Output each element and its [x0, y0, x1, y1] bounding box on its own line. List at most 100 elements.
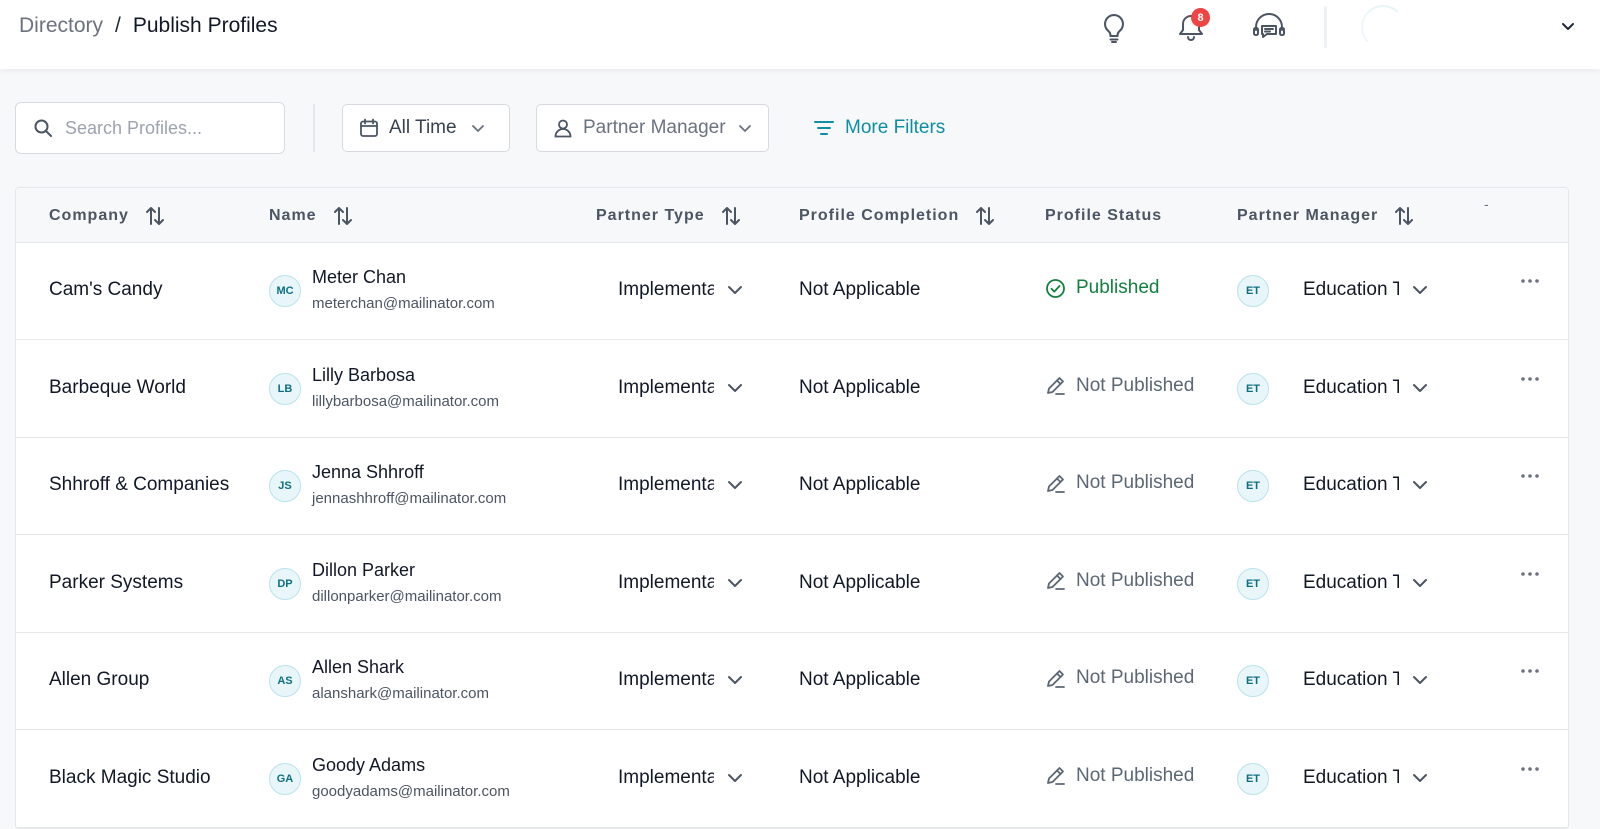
- pencil-icon: [1045, 765, 1066, 786]
- time-filter-dropdown[interactable]: All Time: [342, 104, 510, 152]
- company-name[interactable]: Barbeque World: [49, 377, 186, 399]
- page-title: Publish Profiles: [132, 14, 278, 37]
- person-icon: [553, 118, 573, 138]
- column-profile-completion[interactable]: Profile Completion: [799, 188, 995, 243]
- table-row[interactable]: Black Magic Studio GA Goody Adams goodyadam…: [16, 731, 1568, 828]
- chevron-down-icon[interactable]: [724, 767, 746, 789]
- support-chat-icon[interactable]: [1251, 10, 1287, 46]
- table-row[interactable]: Barbeque World LB Lilly Barbosa lillybarbos…: [16, 341, 1568, 438]
- company-name[interactable]: Cam's Candy: [49, 279, 162, 301]
- column-name[interactable]: Name: [269, 188, 353, 243]
- search-icon: [33, 118, 53, 138]
- company-name[interactable]: Shhroff & Companies: [49, 474, 229, 496]
- search-input[interactable]: [65, 117, 265, 139]
- company-name[interactable]: Parker Systems: [49, 572, 183, 594]
- profile-completion: Not Applicable: [799, 474, 921, 495]
- contact-name: Lilly Barbosa: [312, 364, 416, 385]
- profile-completion: Not Applicable: [799, 279, 921, 300]
- status-label: Not Published: [1076, 569, 1195, 591]
- status-badge[interactable]: Not Published: [1045, 472, 1194, 494]
- avatar: MC: [269, 275, 301, 307]
- avatar: GA: [269, 762, 301, 795]
- sort-icon[interactable]: [975, 205, 995, 227]
- table-row[interactable]: Parker Systems DP Dillon Parker dillonparke…: [16, 536, 1568, 633]
- chevron-down-icon[interactable]: [724, 572, 746, 594]
- more-horizontal-icon[interactable]: [1516, 566, 1544, 586]
- partner-manager-select[interactable]: Education Team: [1303, 767, 1399, 789]
- sort-icon[interactable]: [1394, 205, 1414, 227]
- time-filter-label: All Time: [389, 117, 457, 138]
- loading-avatar: [1361, 5, 1405, 49]
- pencil-icon: [1045, 375, 1066, 396]
- pencil-icon: [1045, 668, 1066, 689]
- status-badge[interactable]: Published: [1045, 277, 1159, 299]
- chevron-down-icon[interactable]: [1409, 474, 1431, 496]
- chevron-down-icon[interactable]: [1409, 377, 1431, 399]
- partner-type-select[interactable]: Implementation: [618, 474, 714, 496]
- partner-manager-select[interactable]: Education Team: [1303, 279, 1399, 301]
- contact-name: Meter Chan: [312, 267, 407, 287]
- partner-manager-filter-label: Partner Manager: [583, 117, 726, 138]
- calendar-icon: [359, 118, 379, 138]
- status-badge[interactable]: Not Published: [1045, 765, 1194, 787]
- partner-manager-select[interactable]: Education Team: [1303, 572, 1399, 594]
- more-horizontal-icon[interactable]: [1516, 663, 1544, 683]
- chevron-down-icon[interactable]: [1409, 572, 1431, 594]
- company-name[interactable]: Black Magic Studio: [49, 767, 211, 789]
- breadcrumb-separator: /: [115, 14, 121, 37]
- more-horizontal-icon[interactable]: [1516, 273, 1544, 293]
- more-horizontal-icon[interactable]: [1516, 468, 1544, 488]
- status-label: Not Published: [1076, 374, 1195, 396]
- manager-avatar: ET: [1237, 665, 1269, 697]
- chevron-down-icon[interactable]: [724, 474, 746, 496]
- breadcrumb-directory-link[interactable]: Directory: [19, 14, 103, 38]
- chevron-down-icon[interactable]: [1550, 8, 1586, 44]
- search-box[interactable]: [15, 102, 285, 154]
- partner-type-select[interactable]: Implementation: [618, 669, 714, 691]
- sort-icon[interactable]: [145, 205, 165, 227]
- status-badge[interactable]: Not Published: [1045, 570, 1194, 592]
- status-badge[interactable]: Not Published: [1045, 375, 1194, 397]
- column-partner-type[interactable]: Partner Type: [596, 188, 741, 243]
- partner-manager-select[interactable]: Education Team: [1303, 669, 1399, 691]
- column-partner-manager[interactable]: Partner Manager: [1237, 188, 1414, 243]
- partner-type-select[interactable]: Implementation: [618, 377, 714, 399]
- column-company[interactable]: Company: [49, 188, 165, 243]
- chevron-down-icon[interactable]: [1409, 279, 1431, 301]
- chevron-down-icon[interactable]: [1409, 767, 1431, 789]
- partner-manager-filter-dropdown[interactable]: Partner Manager: [536, 104, 769, 152]
- chevron-down-icon[interactable]: [1409, 669, 1431, 691]
- notification-count-badge: 8: [1191, 8, 1210, 27]
- column-partner-manager-label: Partner Manager: [1237, 206, 1379, 224]
- chevron-down-icon[interactable]: [724, 377, 746, 399]
- breadcrumb: Directory / Publish Profiles: [19, 14, 278, 38]
- partner-type-select[interactable]: Implementation: [618, 572, 714, 594]
- contact-name: Goody Adams: [312, 754, 426, 775]
- table-row[interactable]: Allen Group AS Allen Shark alanshark@mailin…: [16, 633, 1568, 730]
- chevron-down-icon: [471, 123, 485, 133]
- chevron-down-icon[interactable]: [724, 279, 746, 301]
- table-row[interactable]: Shhroff & Companies JS Jenna Shhroff jennas…: [16, 438, 1568, 535]
- sort-icon[interactable]: [333, 205, 353, 227]
- chevron-down-icon[interactable]: [724, 669, 746, 691]
- company-name[interactable]: Allen Group: [49, 669, 149, 691]
- lightbulb-icon[interactable]: [1096, 10, 1132, 46]
- more-filters-button[interactable]: More Filters: [813, 112, 945, 144]
- chevron-down-icon: [738, 123, 752, 133]
- more-horizontal-icon[interactable]: [1516, 761, 1544, 781]
- status-badge[interactable]: Not Published: [1045, 667, 1194, 689]
- profile-completion: Not Applicable: [799, 669, 921, 690]
- pencil-icon: [1045, 473, 1066, 494]
- header-divider: [1324, 6, 1327, 48]
- partner-manager-select[interactable]: Education Team: [1303, 377, 1399, 399]
- table-row[interactable]: Cam's Candy MC Meter Chan meterchan@mailina…: [16, 243, 1568, 340]
- partner-manager-select[interactable]: Education Team: [1303, 474, 1399, 496]
- partner-type-select[interactable]: Implementation: [618, 279, 714, 301]
- more-horizontal-icon[interactable]: [1516, 371, 1544, 391]
- column-company-label: Company: [49, 206, 129, 224]
- partner-type-select[interactable]: Implementation: [618, 767, 714, 789]
- column-profile-status-label: Profile Status: [1045, 206, 1163, 224]
- avatar: AS: [269, 665, 301, 697]
- sort-icon[interactable]: [721, 205, 741, 227]
- top-bar: Directory / Publish Profiles 8: [0, 0, 1600, 69]
